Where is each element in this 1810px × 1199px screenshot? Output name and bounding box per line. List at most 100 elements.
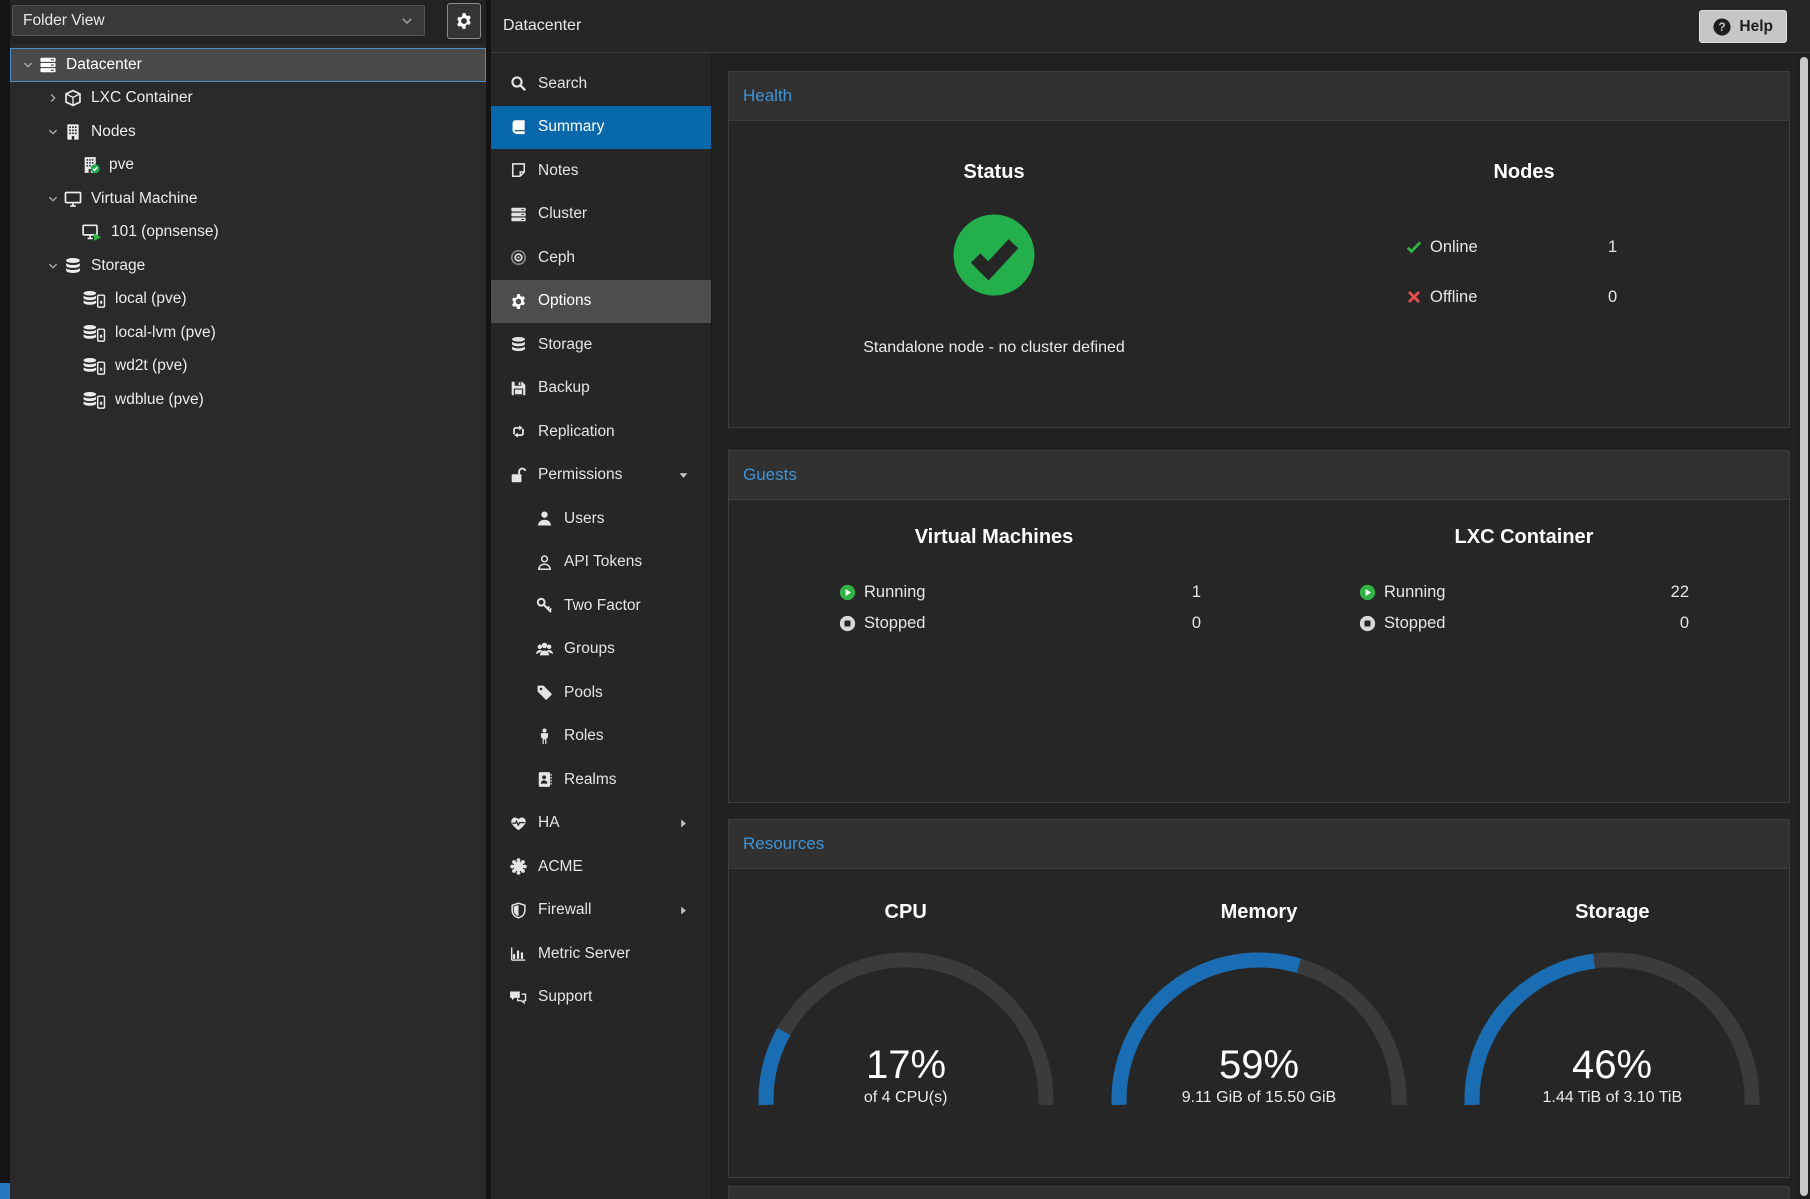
tree-row-label: local-lvm (pve) — [115, 324, 216, 342]
chevron-down-icon — [22, 59, 34, 71]
nav-item-metric-server[interactable]: Metric Server — [491, 932, 711, 976]
ceph-icon — [510, 249, 527, 266]
node-status-value: 0 — [1608, 288, 1617, 307]
guest-status-value: 0 — [1680, 614, 1689, 633]
guests-column-virtual-machines: Virtual MachinesRunning1Stopped0 — [729, 500, 1259, 802]
nav-item-options[interactable]: Options — [491, 280, 711, 324]
nav-item-backup[interactable]: Backup — [491, 367, 711, 411]
summary-content: Health Status Standalone node - no clust… — [712, 53, 1810, 1199]
resources-panel-header: Resources — [729, 820, 1789, 869]
nav-item-groups[interactable]: Groups — [491, 628, 711, 672]
nav-item-permissions[interactable]: Permissions — [491, 454, 711, 498]
desktop-play-icon — [82, 223, 102, 241]
address-book-icon — [536, 771, 553, 788]
nav-item-replication[interactable]: Replication — [491, 410, 711, 454]
book-icon — [510, 119, 527, 136]
tree-row-datacenter[interactable]: Datacenter — [10, 48, 486, 82]
nav-item-roles[interactable]: Roles — [491, 715, 711, 759]
guests-column-heading: LXC Container — [1259, 526, 1789, 549]
tree-row-local-pve[interactable]: local (pve) — [10, 283, 486, 317]
guests-column-heading: Virtual Machines — [729, 526, 1259, 549]
tree-row-lxc-container[interactable]: LXC Container — [10, 82, 486, 116]
nav-item-search[interactable]: Search — [491, 62, 711, 106]
tree-toolbar: Folder View — [10, 0, 486, 44]
next-panel-peek — [728, 1186, 1790, 1199]
tree-row-pve[interactable]: pve — [10, 149, 486, 183]
nav-item-storage[interactable]: Storage — [491, 323, 711, 367]
tree-row-nodes[interactable]: Nodes — [10, 115, 486, 149]
nav-item-api-tokens[interactable]: API Tokens — [491, 541, 711, 585]
user-icon — [536, 510, 553, 527]
nav-item-realms[interactable]: Realms — [491, 758, 711, 802]
shield-icon — [510, 902, 527, 919]
tree-settings-button[interactable] — [447, 3, 481, 39]
chevron-right-icon — [47, 92, 59, 104]
guest-status-row-stopped: Stopped 0 — [1259, 608, 1789, 639]
desktop-icon — [64, 190, 82, 208]
nav-item-cluster[interactable]: Cluster — [491, 193, 711, 237]
help-button[interactable]: ? Help — [1699, 10, 1787, 43]
node-status-value: 1 — [1608, 238, 1617, 257]
nav-item-ceph[interactable]: Ceph — [491, 236, 711, 280]
database-drive-icon — [82, 324, 106, 342]
tree-row-local-lvm-pve[interactable]: local-lvm (pve) — [10, 316, 486, 350]
tree-row-storage[interactable]: Storage — [10, 249, 486, 283]
check-icon — [1406, 239, 1422, 255]
database-drive-icon — [82, 391, 106, 409]
nav-item-users[interactable]: Users — [491, 497, 711, 541]
tree-row-label: pve — [109, 156, 134, 174]
gauge-title: Memory — [1082, 901, 1435, 924]
guests-panel-header: Guests — [729, 451, 1789, 500]
nav-item-firewall[interactable]: Firewall — [491, 889, 711, 933]
database-icon — [64, 257, 82, 275]
guest-status-label: Stopped — [1384, 614, 1445, 633]
building-icon — [64, 123, 82, 141]
tree-row-label: wd2t (pve) — [115, 357, 187, 375]
search-icon — [510, 75, 527, 92]
guest-status-value: 0 — [1192, 614, 1201, 633]
tree-row-label: Storage — [91, 257, 145, 275]
guests-panel: Guests Virtual MachinesRunning1Stopped0L… — [728, 450, 1790, 803]
tag-icon — [536, 684, 553, 701]
nav-item-two-factor[interactable]: Two Factor — [491, 584, 711, 628]
gear-icon — [510, 293, 527, 310]
nav-item-pools[interactable]: Pools — [491, 671, 711, 715]
node-status-label: Online — [1430, 238, 1608, 257]
server-icon — [39, 56, 57, 74]
nav-item-label: HA — [538, 814, 560, 832]
tree-row-label: Nodes — [91, 123, 136, 141]
chevron-down-icon — [47, 260, 59, 272]
nav-item-ha[interactable]: HA — [491, 802, 711, 846]
nav-item-label: Realms — [564, 771, 617, 789]
nav-item-label: Two Factor — [564, 597, 641, 615]
certificate-icon — [510, 858, 527, 875]
tree-row-label: 101 (opnsense) — [111, 223, 219, 241]
guest-status-row-running: Running22 — [1259, 577, 1789, 608]
tree-row-101-opnsense[interactable]: 101 (opnsense) — [10, 216, 486, 250]
user-o-icon — [536, 554, 553, 571]
resources-panel-title: Resources — [743, 834, 824, 854]
view-mode-select[interactable]: Folder View — [12, 5, 425, 36]
tree-row-wd2t-pve[interactable]: wd2t (pve) — [10, 350, 486, 384]
health-panel-title: Health — [743, 86, 792, 106]
nav-item-label: Summary — [538, 118, 604, 136]
nav-item-acme[interactable]: ACME — [491, 845, 711, 889]
cluster-status-message: Standalone node - no cluster defined — [729, 339, 1259, 357]
tree-row-virtual-machine[interactable]: Virtual Machine — [10, 182, 486, 216]
nav-item-support[interactable]: Support — [491, 976, 711, 1020]
key-icon — [536, 597, 553, 614]
nav-item-label: Cluster — [538, 205, 587, 223]
scrollbar-thumb[interactable] — [1800, 57, 1808, 1196]
nav-item-summary[interactable]: Summary — [491, 106, 711, 150]
nav-item-label: Options — [538, 292, 591, 310]
stop-circle-icon — [839, 615, 856, 632]
resources-panel: Resources CPU17%of 4 CPU(s)Memory59%9.11… — [728, 819, 1790, 1178]
guest-status-label: Running — [864, 583, 925, 602]
status-ok-icon — [953, 214, 1035, 296]
tree-row-wdblue-pve[interactable]: wdblue (pve) — [10, 383, 486, 417]
gauge-value: 59% — [1219, 1043, 1299, 1087]
cross-icon — [1406, 289, 1422, 305]
database-drive-icon — [82, 357, 106, 375]
nav-item-notes[interactable]: Notes — [491, 149, 711, 193]
tree-row-label: local (pve) — [115, 290, 187, 308]
